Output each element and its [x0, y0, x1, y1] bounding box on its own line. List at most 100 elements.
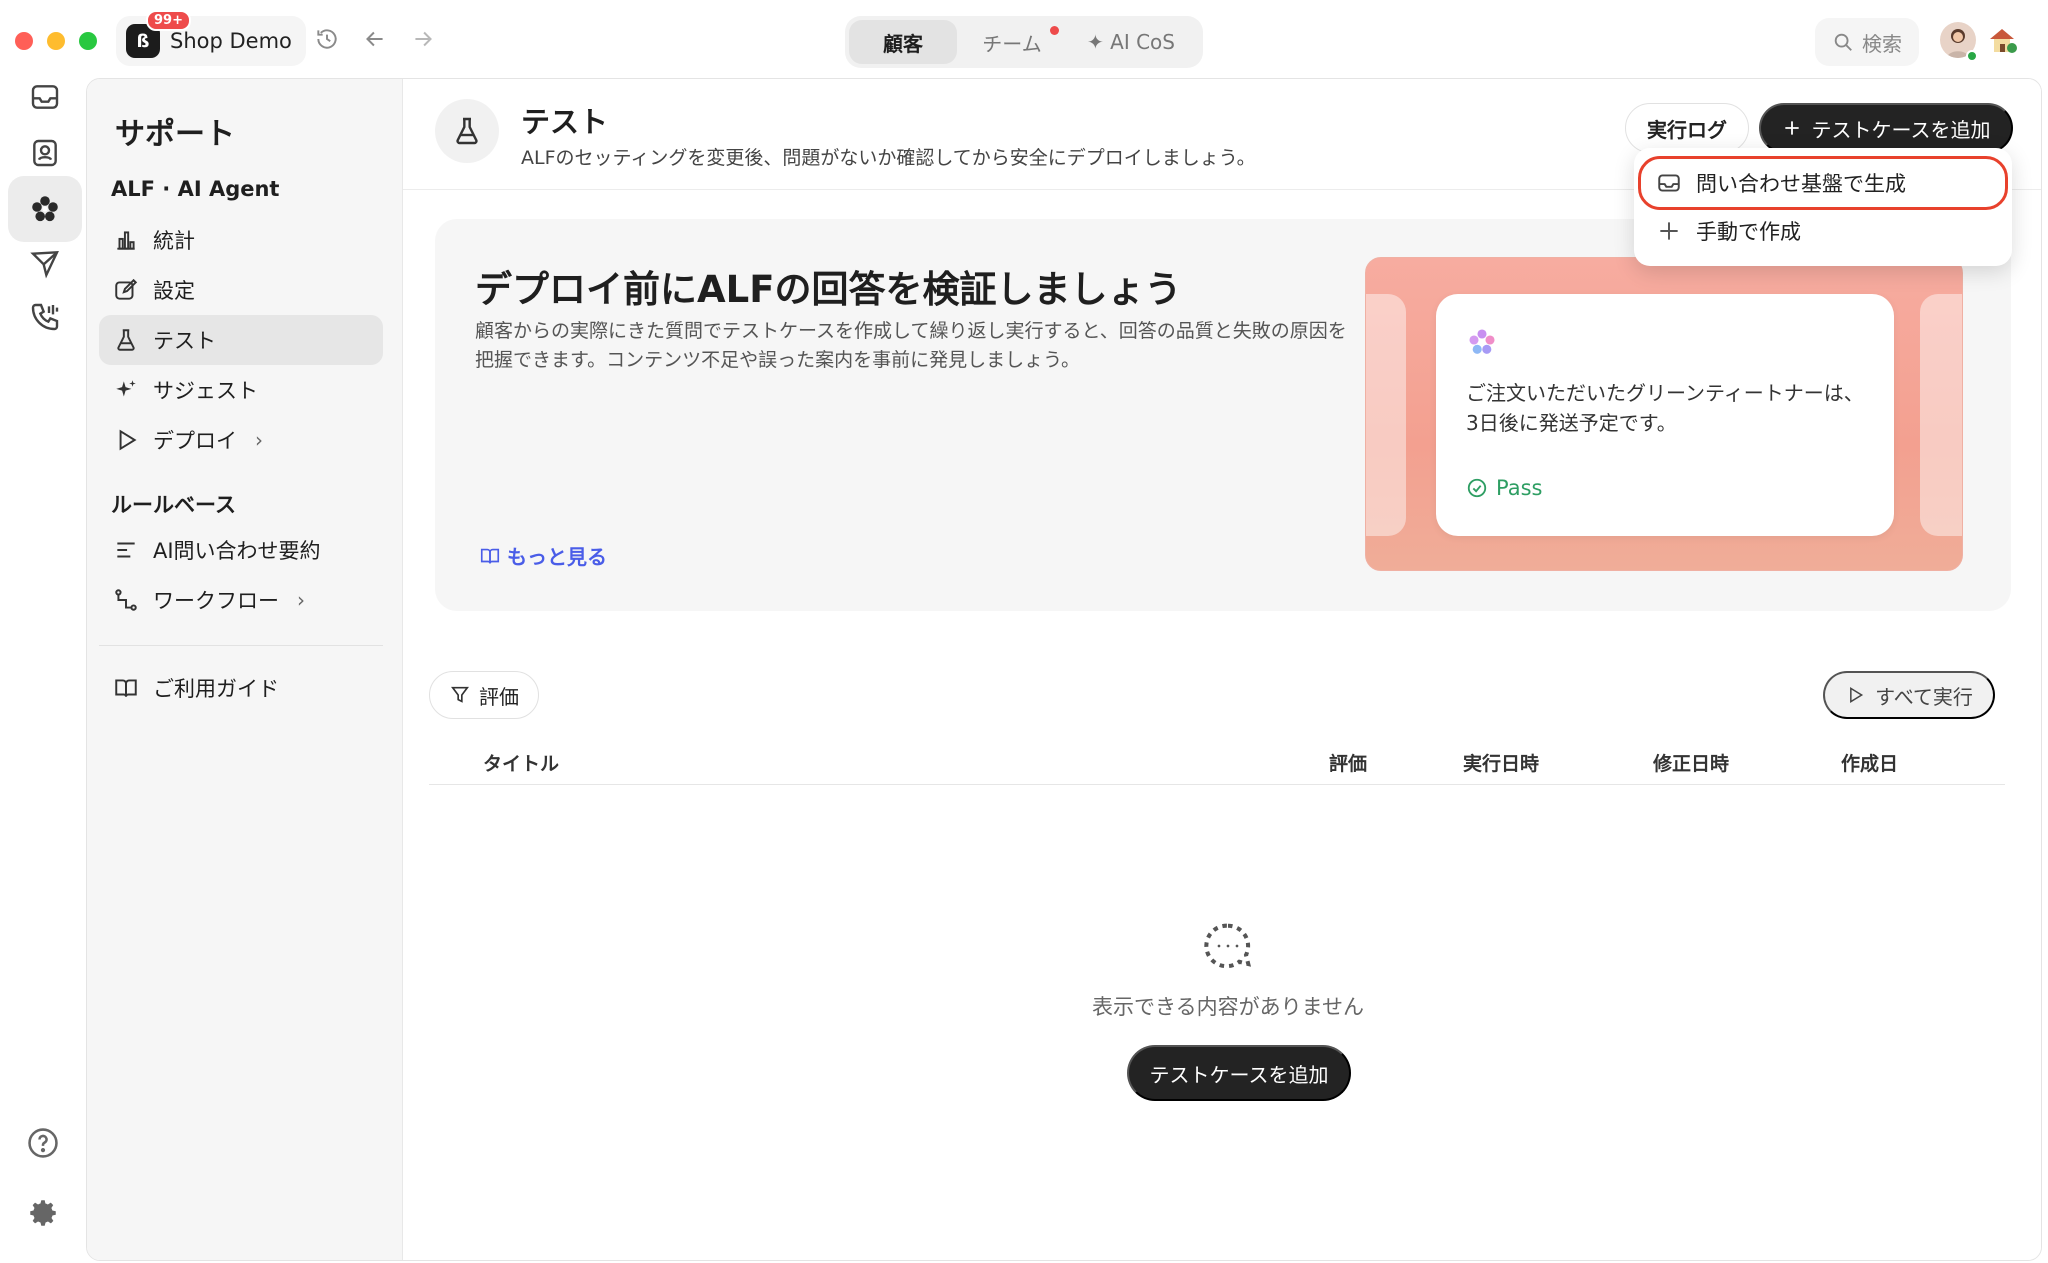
empty-add-test-case-button[interactable]: テストケースを追加 — [1127, 1045, 1351, 1101]
sidebar-item-ai-summary[interactable]: AI問い合わせ要約 — [99, 525, 383, 575]
alf-flower-icon — [1469, 329, 1495, 354]
illustration-answer-card: ご注文いただいたグリーンティートナーは、3日後に発送予定です。 Pass — [1436, 294, 1894, 536]
learn-more-link[interactable]: もっと見る — [479, 541, 607, 570]
inbox-icon — [31, 85, 59, 109]
settings-gear-icon[interactable] — [26, 1196, 60, 1230]
chevron-right-icon: › — [297, 588, 305, 612]
book-icon — [480, 548, 500, 563]
add-test-case-label: テストケースを追加 — [1811, 119, 1991, 142]
sidebar-item-guide[interactable]: ご利用ガイド — [99, 663, 383, 713]
flask-icon — [117, 329, 135, 351]
sidebar-section-alf: ALF · AI Agent — [111, 177, 280, 201]
send-icon — [30, 251, 59, 279]
column-header-run-date[interactable]: 実行日時 — [1463, 749, 1539, 776]
search-button[interactable]: 検索 — [1815, 18, 1919, 66]
sidebar-item-label: 統計 — [153, 229, 195, 253]
rail-calls[interactable] — [8, 284, 82, 350]
sidebar-item-label: ご利用ガイド — [153, 677, 279, 701]
sidebar-item-stats[interactable]: 統計 — [99, 215, 383, 265]
sidebar-item-label: 設定 — [153, 279, 195, 303]
window-minimize-button[interactable] — [47, 32, 65, 50]
column-header-modified-date[interactable]: 修正日時 — [1653, 749, 1729, 776]
summary-lines-icon — [117, 542, 135, 558]
tab-ai-cos[interactable]: ✦ AI CoS — [1067, 20, 1195, 64]
workflow-icon — [115, 589, 137, 611]
menu-item-label: 問い合わせ基盤で生成 — [1696, 172, 1906, 196]
online-status-dot — [1966, 50, 1978, 62]
sidebar-item-label: ワークフロー — [153, 589, 279, 613]
plus-icon — [1784, 121, 1799, 135]
check-circle-icon — [1467, 478, 1487, 498]
unread-dot — [1050, 26, 1059, 35]
banner-illustration: ご注文いただいたグリーンティートナーは、3日後に発送予定です。 Pass — [1365, 257, 1963, 571]
top-tab-switcher: 顧客 チーム ✦ AI CoS — [845, 16, 1203, 68]
add-test-case-button[interactable]: テストケースを追加 — [1759, 103, 2013, 153]
pass-label: Pass — [1496, 476, 1543, 500]
empty-chat-icon — [1204, 923, 1252, 969]
forward-arrow-icon[interactable] — [410, 26, 436, 52]
inbox-icon — [1658, 174, 1680, 192]
notification-badge: 99+ — [146, 10, 191, 31]
edit-icon — [115, 278, 138, 300]
intro-banner: デプロイ前にALFの回答を検証しましょう 顧客からの実際にきた質問でテストケース… — [435, 219, 2011, 611]
help-icon[interactable] — [26, 1126, 60, 1160]
add-test-case-menu: 問い合わせ基盤で生成 手動で作成 — [1634, 148, 2012, 266]
sidebar-item-label: デプロイ — [153, 429, 237, 453]
column-header-created-date[interactable]: 作成日 — [1841, 749, 1898, 776]
history-icon[interactable] — [314, 26, 340, 52]
contacts-icon — [33, 139, 57, 167]
app-rail — [0, 80, 86, 1263]
empty-state-text: 表示できる内容がありません — [1092, 995, 1364, 1019]
alf-flower-icon — [32, 196, 58, 222]
page-icon — [435, 99, 499, 163]
back-arrow-icon[interactable] — [362, 26, 388, 52]
sidebar-item-settings[interactable]: 設定 — [99, 265, 383, 315]
answer-text: ご注文いただいたグリーンティートナーは、3日後に発送予定です。 — [1466, 381, 1864, 435]
sparkle-icon — [116, 380, 136, 397]
bar-chart-icon — [117, 231, 135, 250]
sidebar: サポート ALF · AI Agent 統計 設定 テスト サジェスト デプロイ… — [87, 79, 403, 1260]
illustration-left-card — [1366, 294, 1406, 536]
window-zoom-button[interactable] — [79, 32, 97, 50]
user-avatars[interactable] — [1940, 22, 2020, 62]
search-icon — [1834, 33, 1852, 51]
sidebar-item-workflow[interactable]: ワークフロー › — [99, 575, 383, 625]
play-icon — [119, 429, 137, 451]
sidebar-item-test[interactable]: テスト — [99, 315, 383, 365]
menu-item-label: 手動で作成 — [1696, 220, 1801, 244]
sidebar-divider — [99, 645, 383, 646]
phone-icon — [31, 303, 59, 331]
run-log-button[interactable]: 実行ログ — [1625, 103, 1749, 153]
window-close-button[interactable] — [15, 32, 33, 50]
sidebar-item-label: AI問い合わせ要約 — [153, 539, 321, 563]
book-icon — [115, 679, 137, 697]
workspace-name: Shop Demo — [170, 29, 292, 53]
illustration-right-card — [1920, 294, 1962, 536]
pass-status: Pass — [1466, 476, 1542, 500]
menu-item-generate-from-inbox[interactable]: 問い合わせ基盤で生成 — [1642, 160, 2004, 206]
app-logo-icon: ß 99+ — [126, 10, 191, 58]
sidebar-item-label: サジェスト — [153, 379, 258, 403]
tab-customers[interactable]: 顧客 — [849, 20, 957, 64]
filter-evaluation-button[interactable]: 評価 — [429, 671, 539, 719]
column-header-evaluation[interactable]: 評価 — [1329, 749, 1367, 776]
sidebar-item-deploy[interactable]: デプロイ › — [99, 415, 383, 465]
play-icon — [1850, 686, 1864, 704]
tab-team[interactable]: チーム — [957, 20, 1067, 64]
run-all-button[interactable]: すべて実行 — [1823, 671, 1995, 719]
plus-icon — [1660, 222, 1678, 240]
chevron-right-icon: › — [255, 428, 263, 452]
run-all-label: すべて実行 — [1875, 686, 1973, 709]
filter-label: 評価 — [479, 686, 519, 709]
menu-item-create-manually[interactable]: 手動で作成 — [1642, 208, 2004, 254]
search-label: 検索 — [1862, 31, 1902, 56]
house-avatar-icon[interactable] — [1986, 24, 2018, 56]
sidebar-title: サポート — [115, 117, 235, 152]
banner-title: デプロイ前にALFの回答を検証しましょう — [475, 268, 1182, 311]
workspace-switcher[interactable]: ß 99+ Shop Demo — [116, 10, 306, 66]
sidebar-item-suggest[interactable]: サジェスト — [99, 365, 383, 415]
table-header: タイトル 評価 実行日時 修正日時 作成日 — [429, 735, 2005, 785]
filter-icon — [451, 686, 469, 703]
column-header-title[interactable]: タイトル — [483, 749, 559, 776]
banner-description: 顧客からの実際にきた質問でテストケースを作成して繰り返し実行すると、回答の品質と… — [475, 320, 1347, 371]
